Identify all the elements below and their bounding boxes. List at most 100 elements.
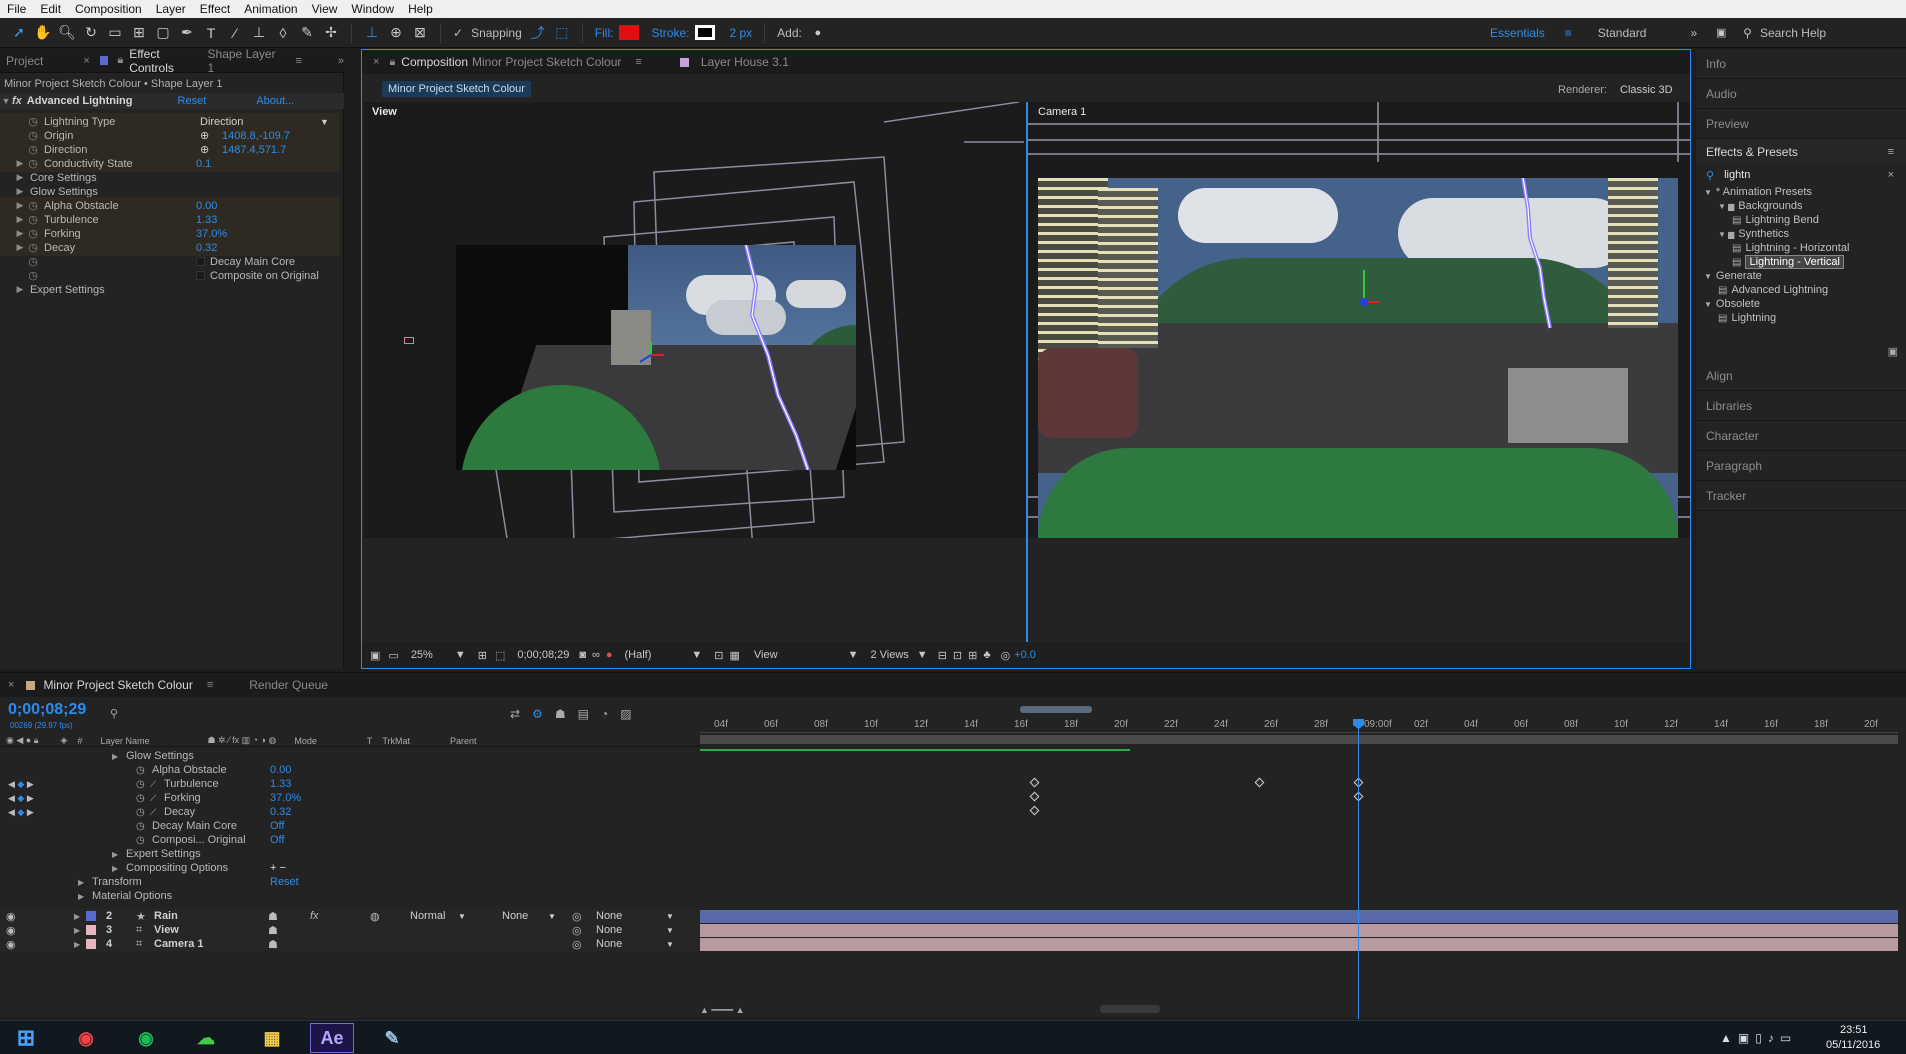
chevron-down-icon[interactable]: ▼ <box>320 117 329 127</box>
rotate-tool-icon[interactable]: ↻ <box>80 22 102 44</box>
panel-character[interactable]: Character <box>1696 421 1906 451</box>
exposure-value[interactable]: +0.0 <box>1014 649 1036 661</box>
twirl-down-icon[interactable]: ▼ <box>1704 188 1712 197</box>
views-dropdown-icon[interactable]: ▼ <box>917 649 928 661</box>
null-handle-icon[interactable] <box>404 337 414 344</box>
chevron-down-icon[interactable]: ▼ <box>666 912 674 921</box>
fill-swatch[interactable] <box>619 25 640 40</box>
3d-layer-icon[interactable]: ◍ <box>370 910 380 923</box>
menu-window[interactable]: Window <box>344 2 401 16</box>
twirl-right-icon[interactable]: ▶ <box>14 284 26 295</box>
gizmo-left[interactable] <box>636 340 666 370</box>
brush-tool-icon[interactable]: ⁄ <box>224 22 246 44</box>
local-axis-icon[interactable]: ⊥ <box>361 22 383 44</box>
puppet-pin-tool-icon[interactable]: ✢ <box>320 22 342 44</box>
menu-file[interactable]: File <box>0 2 33 16</box>
pick-whip-icon[interactable]: ◎ <box>572 938 582 951</box>
search-help-input[interactable]: Search Help <box>1760 26 1826 40</box>
snapping-checkbox[interactable]: ✓ <box>453 26 463 40</box>
pick-whip-icon[interactable]: ◎ <box>572 910 582 923</box>
twirl-right-icon[interactable]: ▶ <box>74 940 80 949</box>
twirl-right-icon[interactable]: ▶ <box>14 200 26 211</box>
eye-icon[interactable]: ◉ <box>6 938 16 951</box>
panel-tracker[interactable]: Tracker <box>1696 481 1906 511</box>
chevron-down-icon[interactable]: ▼ <box>548 912 556 921</box>
channel-icon[interactable]: ● <box>606 649 613 661</box>
world-axis-icon[interactable]: ⊕ <box>385 22 407 44</box>
rectangle-tool-icon[interactable]: ▢ <box>152 22 174 44</box>
fx-switch-icon[interactable]: fx <box>310 910 319 922</box>
camera-tool-icon[interactable]: ▭ <box>104 22 126 44</box>
menu-view[interactable]: View <box>305 2 345 16</box>
effects-tree-item[interactable]: ▼ Generate <box>1704 269 1762 283</box>
chevron-down-icon[interactable]: ▼ <box>666 940 674 949</box>
point-value[interactable]: 1487.4,571.7 <box>222 144 286 156</box>
stroke-width-value[interactable]: 2 px <box>729 26 752 40</box>
menu-effect[interactable]: Effect <box>193 2 237 16</box>
effects-tree-item[interactable]: ▤ Lightning <box>1718 311 1776 325</box>
workspace-essentials[interactable]: Essentials <box>1490 26 1545 40</box>
label-color[interactable] <box>86 925 96 935</box>
reset-link[interactable]: Reset <box>178 95 207 107</box>
chevron-down-icon[interactable]: ▼ <box>666 926 674 935</box>
layer-duration-bar[interactable] <box>700 910 1898 923</box>
start-button-icon[interactable]: ⊞ <box>4 1023 48 1053</box>
pen-tool-icon[interactable]: ✒ <box>176 22 198 44</box>
layer-row[interactable]: ◉ ▶ 3 ⌗ View ☗ ◎ None ▼ <box>0 923 700 937</box>
more-workspaces-icon[interactable]: » <box>1690 26 1697 40</box>
viewer-left[interactable]: View <box>364 102 1026 538</box>
trkmat-dropdown[interactable]: None <box>502 910 528 922</box>
effects-tree-item[interactable]: ▤ Lightning Bend <box>1732 213 1819 227</box>
panel-align[interactable]: Align <box>1696 361 1906 391</box>
eye-icon[interactable]: ◉ <box>6 924 16 937</box>
flowchart-icon[interactable]: ♣ <box>983 649 990 661</box>
tab-layer-house[interactable]: Layer House 3.1 <box>701 50 789 74</box>
views-layout-value[interactable]: 2 Views <box>870 649 908 661</box>
file-explorer-icon[interactable]: ▦ <box>250 1023 294 1053</box>
shy-switch-icon[interactable]: ☗ <box>268 910 278 923</box>
twirl-right-icon[interactable]: ▶ <box>14 228 26 239</box>
label-color[interactable] <box>86 911 96 921</box>
toggle-pixel-aspect-icon[interactable]: ⊟ <box>938 649 947 662</box>
zoom-value[interactable]: 25% <box>411 649 433 661</box>
menu-help[interactable]: Help <box>401 2 440 16</box>
checkbox[interactable] <box>196 257 205 266</box>
layer-name[interactable]: Camera 1 <box>154 938 204 950</box>
zoom-slider[interactable]: ▲ ━━━━ ▲ <box>700 1005 800 1015</box>
new-preset-icon[interactable]: ▣ <box>1696 345 1906 361</box>
effects-tree-item[interactable]: ▼ Obsolete <box>1704 297 1760 311</box>
zoom-tool-icon[interactable]: 🔍︎ <box>56 22 78 44</box>
reset-exposure-icon[interactable]: ◎ <box>1001 649 1011 662</box>
close-icon[interactable]: × <box>373 56 379 68</box>
panel-menu-icon[interactable]: ≡ <box>295 55 301 67</box>
cloud-app-icon[interactable]: ☁ <box>184 1023 228 1053</box>
effects-search-input[interactable]: lightn <box>1724 169 1750 181</box>
stroke-swatch[interactable] <box>695 25 716 40</box>
menu-layer[interactable]: Layer <box>149 2 193 16</box>
twirl-right-icon[interactable]: ▶ <box>14 242 26 253</box>
snapshot-icon[interactable]: ◙ <box>579 649 586 661</box>
tray-icons[interactable]: ▲▣▯♪▭ <box>1720 1031 1797 1045</box>
view-value[interactable]: View <box>754 649 778 661</box>
parent-dropdown[interactable]: None <box>596 938 622 950</box>
effects-tree-item[interactable]: ▤ Lightning - Horizontal <box>1732 241 1849 255</box>
always-preview-icon[interactable]: ▣ <box>370 649 380 662</box>
panel-preview[interactable]: Preview <box>1696 109 1906 139</box>
transparency-grid-icon[interactable]: ▦ <box>730 649 740 662</box>
resolution-value[interactable]: (Half) <box>625 649 652 661</box>
parent-dropdown[interactable]: None <box>596 924 622 936</box>
parent-dropdown[interactable]: None <box>596 910 622 922</box>
timeline-scrollbar[interactable] <box>1100 1005 1160 1013</box>
pick-whip-icon[interactable]: ◎ <box>572 924 582 937</box>
hand-tool-icon[interactable]: ✋ <box>32 22 54 44</box>
after-effects-icon[interactable]: Ae <box>310 1023 354 1053</box>
shy-switch-icon[interactable]: ☗ <box>268 924 278 937</box>
menu-edit[interactable]: Edit <box>33 2 68 16</box>
layer-row[interactable]: ◉ ▶ 4 ⌗ Camera 1 ☗ ◎ None ▼ <box>0 937 700 951</box>
fx-icon[interactable]: fx <box>12 95 22 107</box>
tab-composition[interactable]: Composition <box>401 50 468 74</box>
layer-duration-bar[interactable] <box>700 924 1898 937</box>
show-snapshot-icon[interactable]: ∞ <box>592 649 600 661</box>
effects-tree-item[interactable]: ▤ Lightning - Vertical <box>1732 255 1844 269</box>
panel-menu-icon[interactable]: ≡ <box>1888 146 1894 158</box>
